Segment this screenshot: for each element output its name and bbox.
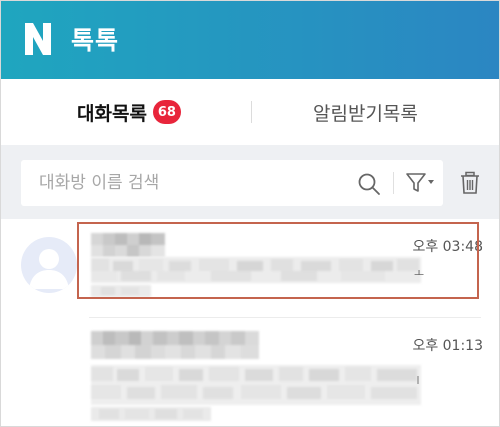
conversation-list: 오후 03:48 ㅗ 오후 01:13 [1,219,499,426]
tab-conversation-list-label: 대화목록 [77,102,147,125]
conversation-preview-redacted [91,365,421,421]
conversation-name-redacted [91,331,259,359]
logo-letter: N [1,40,2,41]
tab-divider [251,101,252,123]
search-divider [393,172,394,194]
selection-highlight [77,222,479,299]
default-profile-icon [21,237,77,293]
conversation-time: 오후 01:13 [412,338,483,354]
search-box [21,160,443,206]
naver-logo-icon [25,23,51,55]
unread-count-badge: 68 [152,100,181,124]
conversation-trailing-mark [414,375,422,388]
conversation-row[interactable]: 오후 01:13 [1,317,499,426]
tab-bar: 대화목록 68 알림받기목록 [1,79,499,145]
conversation-row[interactable]: 오후 03:48 ㅗ [1,219,499,318]
search-bar-area [1,145,499,219]
tab-notification-list[interactable]: 알림받기목록 [313,79,418,145]
tab-notification-list-label: 알림받기목록 [313,102,418,125]
app-frame: N 톡톡 대화목록 68 알림받기목록 [0,0,500,427]
search-input[interactable] [39,160,359,206]
tab-conversation-list[interactable]: 대화목록 68 [77,79,181,145]
app-header: N 톡톡 [1,1,499,79]
trash-icon[interactable] [459,171,481,195]
filter-icon[interactable] [405,171,435,195]
search-icon[interactable] [357,172,381,196]
app-title: 톡톡 [71,26,120,55]
